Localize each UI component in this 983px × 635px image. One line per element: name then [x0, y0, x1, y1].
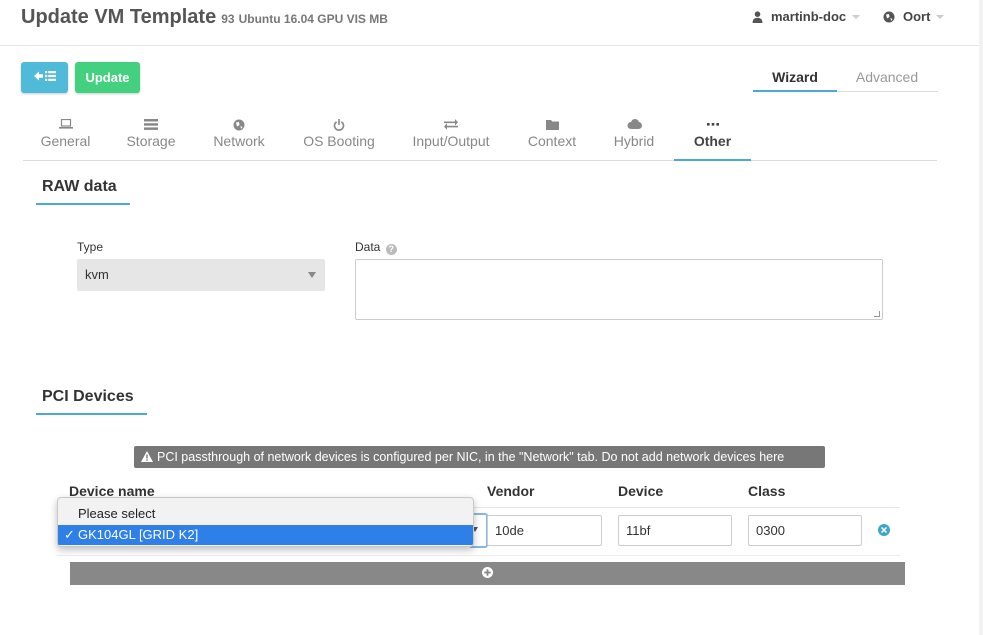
type-select[interactable]: kvm [77, 259, 325, 291]
folder-icon [516, 119, 588, 130]
mode-tabs: Wizard Advanced [753, 62, 938, 92]
zone-name: Oort [903, 9, 931, 24]
device-name-dropdown: Please select ✓ GK104GL [GRID K2] [57, 497, 474, 547]
tab-os-booting[interactable]: OS Booting [291, 110, 387, 161]
chevron-down-icon [308, 272, 316, 278]
col-class: Class [748, 483, 786, 499]
tab-label: General [40, 133, 91, 149]
chevron-down-icon [936, 14, 945, 19]
data-textarea[interactable] [355, 259, 883, 320]
tab-advanced[interactable]: Advanced [843, 62, 931, 92]
back-to-list-button[interactable] [21, 62, 68, 93]
add-pci-device-button[interactable] [70, 562, 905, 585]
warning-icon [141, 447, 153, 468]
template-id: 93 [221, 12, 235, 26]
table-row-divider [57, 555, 900, 556]
tab-label: Other [693, 133, 732, 149]
update-button[interactable]: Update [75, 62, 140, 93]
tab-label: Context [527, 133, 577, 149]
page-title: Update VM Template 93 Ubuntu 16.04 GPU VIS… [21, 6, 388, 29]
tasks-icon [113, 119, 189, 130]
class-input[interactable]: 0300 [748, 515, 862, 546]
chevron-down-icon [852, 14, 861, 19]
arrow-left-list-icon [33, 69, 57, 87]
tab-context[interactable]: Context [516, 110, 588, 161]
tab-other[interactable]: Other [674, 110, 751, 161]
tab-label: Input/Output [412, 133, 490, 149]
exchange-icon [403, 119, 499, 130]
tab-wizard[interactable]: Wizard [753, 62, 837, 92]
tab-input-output[interactable]: Input/Output [403, 110, 499, 161]
type-value: kvm [85, 267, 109, 282]
resize-handle-icon[interactable] [874, 311, 880, 317]
option-gk104gl-grid-k2[interactable]: ✓ GK104GL [GRID K2] [58, 525, 473, 545]
data-label-wrap: Data ? [355, 240, 397, 255]
tab-label: Network [213, 133, 265, 149]
user-name: martinb-doc [771, 9, 847, 24]
globe-icon [199, 119, 279, 131]
col-device: Device [618, 483, 664, 499]
col-vendor: Vendor [487, 483, 535, 499]
user-menu[interactable]: martinb-doc [752, 9, 861, 24]
tab-label: Storage [126, 133, 176, 149]
template-name: Ubuntu 16.04 GPU VIS MB [238, 12, 388, 26]
help-icon[interactable]: ? [385, 243, 397, 255]
page-title-text: Update VM Template [21, 6, 217, 28]
page-header: Update VM Template 93 Ubuntu 16.04 GPU VIS… [0, 0, 979, 46]
tab-general[interactable]: General [23, 110, 108, 161]
tab-storage[interactable]: Storage [113, 110, 189, 161]
power-icon [291, 119, 387, 131]
user-icon [752, 10, 763, 23]
tab-network[interactable]: Network [199, 110, 279, 161]
tab-hybrid[interactable]: Hybrid [601, 110, 667, 161]
tab-label: Hybrid [613, 133, 655, 149]
type-label: Type [77, 240, 104, 254]
laptop-icon [23, 119, 108, 129]
data-label: Data [355, 240, 381, 254]
raw-data-title: RAW data [36, 176, 130, 205]
wizard-tabs: General Storage Network OS Booting Input… [23, 110, 937, 161]
option-label: GK104GL [GRID K2] [78, 527, 199, 542]
zone-menu[interactable]: Oort [883, 9, 945, 24]
globe-icon [883, 11, 895, 23]
plus-circle-icon [482, 565, 493, 583]
device-input[interactable]: 11bf [618, 515, 732, 546]
check-icon: ✓ [64, 527, 75, 542]
tab-label: OS Booting [303, 133, 375, 149]
pci-notice-text: PCI passthrough of network devices is co… [157, 450, 785, 464]
scrollbar[interactable] [979, 0, 983, 635]
pci-notice: PCI passthrough of network devices is co… [134, 446, 825, 468]
vendor-input[interactable]: 10de [487, 515, 602, 546]
option-please-select[interactable]: Please select [58, 504, 473, 524]
cloud-icon [601, 119, 667, 129]
pci-devices-title: PCI Devices [36, 386, 147, 415]
ellipsis-icon [674, 119, 751, 127]
remove-row-icon[interactable] [878, 524, 890, 536]
